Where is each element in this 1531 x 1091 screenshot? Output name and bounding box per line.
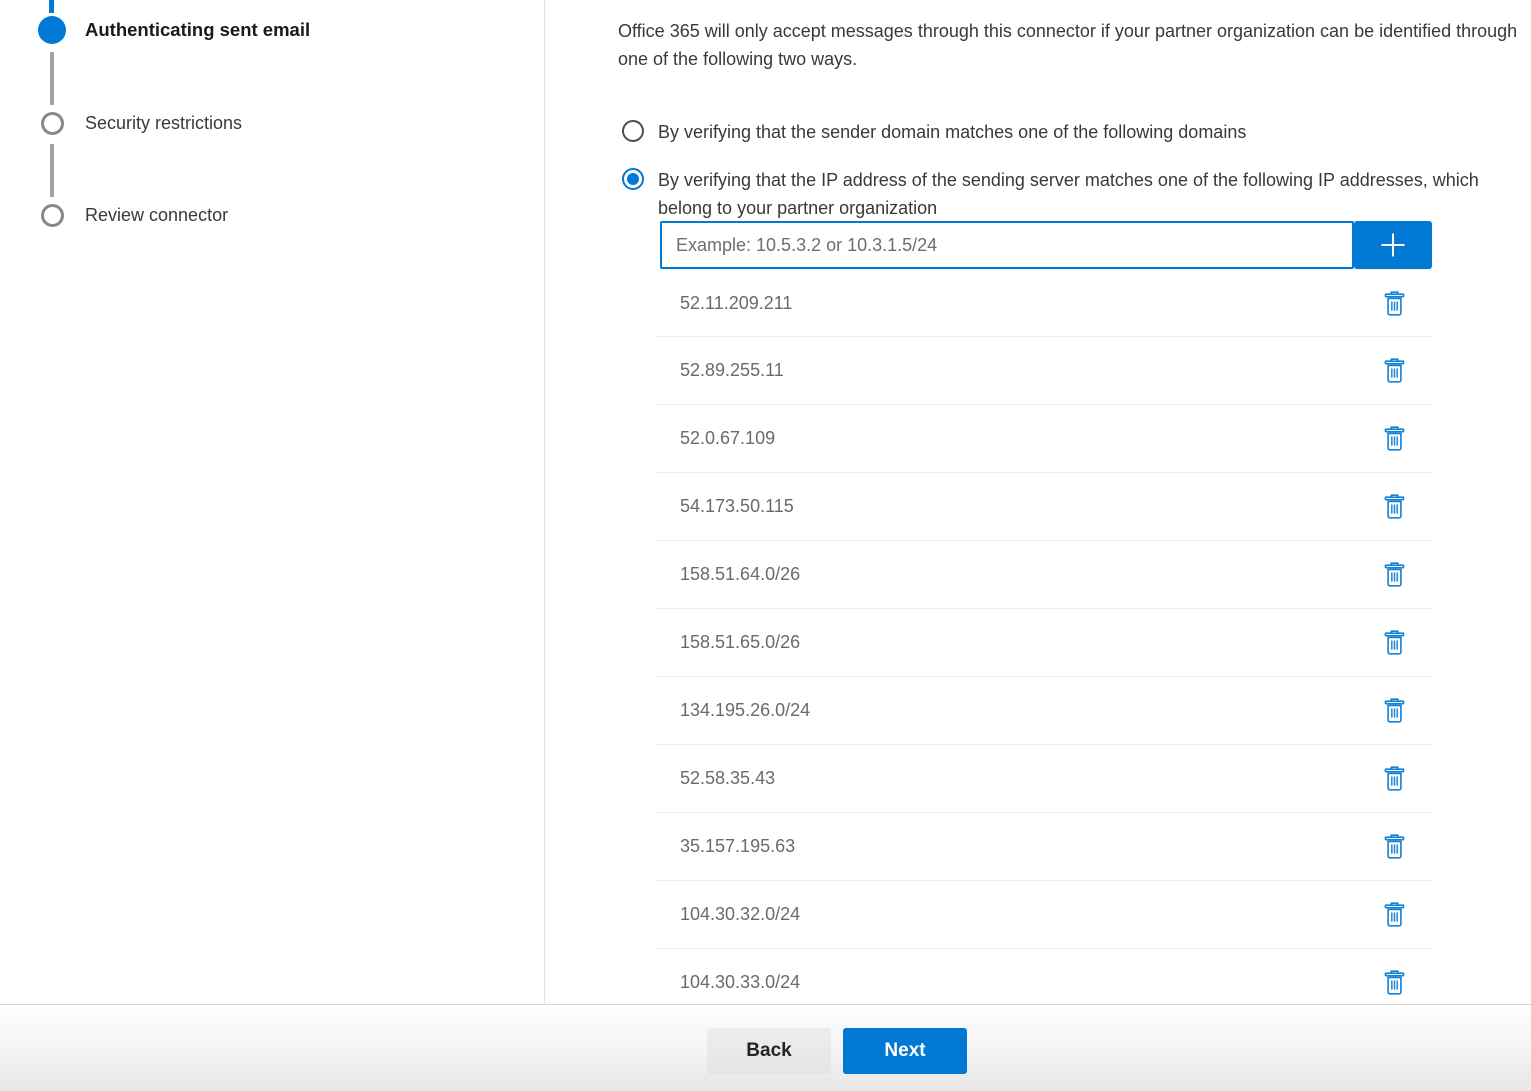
trash-icon: [1384, 698, 1405, 723]
back-button[interactable]: Back: [707, 1028, 831, 1074]
delete-ip-button[interactable]: [1374, 283, 1414, 323]
option-sender-domain[interactable]: By verifying that the sender domain matc…: [622, 118, 1418, 146]
ip-list-item: 134.195.26.0/24: [656, 677, 1432, 745]
step-label: Review connector: [85, 205, 228, 226]
plus-icon: [1377, 229, 1409, 261]
radio-button[interactable]: [622, 120, 644, 142]
trash-icon: [1384, 834, 1405, 859]
option-label: By verifying that the sender domain matc…: [658, 118, 1418, 146]
ip-address-label: 54.173.50.115: [680, 496, 794, 517]
wizard-steps-sidebar: Authenticating sent email Security restr…: [0, 0, 545, 1004]
delete-ip-button[interactable]: [1374, 351, 1414, 391]
next-button[interactable]: Next: [843, 1028, 967, 1074]
ip-address-label: 158.51.65.0/26: [680, 632, 800, 653]
trash-icon: [1384, 902, 1405, 927]
trash-icon: [1384, 766, 1405, 791]
step-circle-icon: [38, 16, 66, 44]
ip-list-item: 104.30.32.0/24: [656, 881, 1432, 949]
delete-ip-button[interactable]: [1374, 555, 1414, 595]
stepper-line-top: [49, 0, 54, 13]
delete-ip-button[interactable]: [1374, 963, 1414, 1003]
ip-list-item: 54.173.50.115: [656, 473, 1432, 541]
trash-icon: [1384, 562, 1405, 587]
option-ip-address[interactable]: By verifying that the IP address of the …: [622, 166, 1490, 222]
ip-address-label: 35.157.195.63: [680, 836, 795, 857]
ip-address-label: 104.30.33.0/24: [680, 972, 800, 993]
ip-address-label: 52.11.209.211: [680, 293, 792, 314]
delete-ip-button[interactable]: [1374, 759, 1414, 799]
ip-list-item: 158.51.65.0/26: [656, 609, 1432, 677]
trash-icon: [1384, 970, 1405, 995]
ip-address-label: 158.51.64.0/26: [680, 564, 800, 585]
trash-icon: [1384, 358, 1405, 383]
step-label: Security restrictions: [85, 113, 242, 134]
delete-ip-button[interactable]: [1374, 827, 1414, 867]
step-label: Authenticating sent email: [85, 19, 310, 41]
ip-address-label: 134.195.26.0/24: [680, 700, 810, 721]
trash-icon: [1384, 630, 1405, 655]
ip-list-item: 158.51.64.0/26: [656, 541, 1432, 609]
ip-list-item: 52.89.255.11: [656, 337, 1432, 405]
wizard-footer: Back Next: [0, 1004, 1531, 1091]
delete-ip-button[interactable]: [1374, 419, 1414, 459]
trash-icon: [1384, 494, 1405, 519]
ip-list-item: 52.11.209.211: [656, 269, 1432, 337]
stepper-connector: [50, 144, 54, 197]
ip-address-label: 52.58.35.43: [680, 768, 775, 789]
delete-ip-button[interactable]: [1374, 623, 1414, 663]
ip-address-input[interactable]: [660, 221, 1354, 269]
ip-list-item: 35.157.195.63: [656, 813, 1432, 881]
wizard-step[interactable]: Review connector: [38, 204, 228, 227]
delete-ip-button[interactable]: [1374, 895, 1414, 935]
ip-list-item: 104.30.33.0/24: [656, 949, 1432, 1004]
trash-icon: [1384, 291, 1405, 316]
step-circle-icon: [41, 112, 64, 135]
wizard-step[interactable]: Authenticating sent email: [38, 16, 310, 44]
ip-list-item: 52.0.67.109: [656, 405, 1432, 473]
trash-icon: [1384, 426, 1405, 451]
ip-address-label: 52.89.255.11: [680, 360, 784, 381]
step-circle-icon: [41, 204, 64, 227]
intro-text: Office 365 will only accept messages thr…: [618, 17, 1523, 73]
option-label: By verifying that the IP address of the …: [658, 166, 1490, 222]
stepper-connector: [50, 52, 54, 105]
connector-wizard: Authenticating sent email Security restr…: [0, 0, 1531, 1091]
wizard-step[interactable]: Security restrictions: [38, 112, 242, 135]
radio-button[interactable]: [622, 168, 644, 190]
ip-address-label: 104.30.32.0/24: [680, 904, 800, 925]
ip-list-item: 52.58.35.43: [656, 745, 1432, 813]
add-ip-button[interactable]: [1354, 221, 1432, 269]
ip-address-label: 52.0.67.109: [680, 428, 775, 449]
delete-ip-button[interactable]: [1374, 691, 1414, 731]
ip-address-list: 52.11.209.211 52.89.255.11: [656, 269, 1432, 1004]
delete-ip-button[interactable]: [1374, 487, 1414, 527]
